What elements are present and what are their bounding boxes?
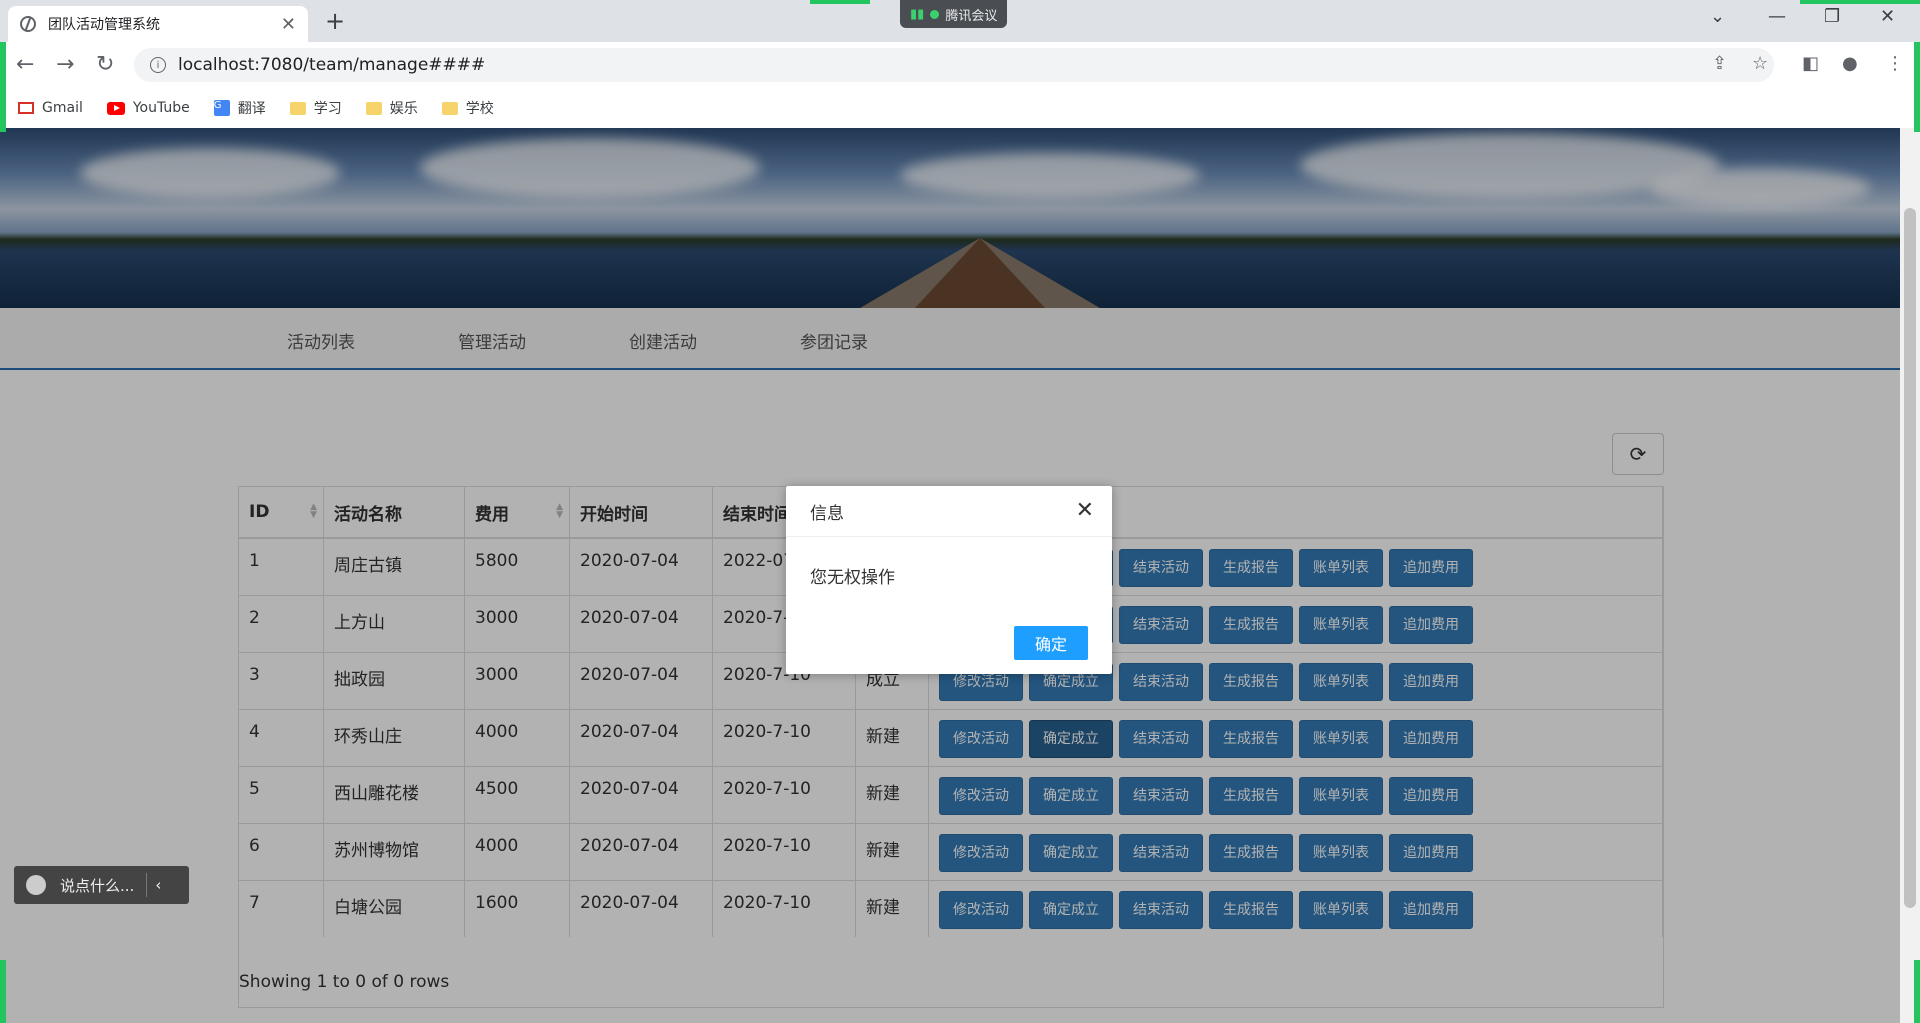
close-tab-icon[interactable]: ✕ [281,14,296,35]
reload-icon[interactable]: ↻ [96,52,114,77]
browser-tab[interactable]: 团队活动管理系统 ✕ [8,6,308,42]
bookmark-label: Gmail [42,100,83,116]
scrollbar-thumb[interactable] [1904,208,1916,908]
dialog-message: 您无权操作 [810,568,895,588]
tab-title: 团队活动管理系统 [48,17,160,33]
url-text: localhost:7080/team/manage#### [178,55,486,75]
bookmark-star-icon[interactable]: ☆ [1752,53,1768,74]
bookmark-label: 翻译 [237,101,266,117]
signal-icon: ▮▮ [910,6,925,22]
dialog-title: 信息 [810,503,844,524]
close-icon[interactable]: ✕ [1076,498,1094,523]
folder-icon [365,101,382,115]
side-panel-icon[interactable]: ◧ [1802,53,1819,74]
meeting-indicator-right [1800,0,1920,4]
folder-icon [441,101,458,115]
meeting-badge[interactable]: ▮▮ 腾讯会议 [900,0,1008,28]
bookmarks-bar: Gmail YouTube G 翻译 学习 娱乐 学校 [0,88,1920,128]
page-scrollbar[interactable] [1900,128,1920,1023]
emoji-icon[interactable] [26,875,46,895]
bookmark-label: 娱乐 [389,101,418,117]
youtube-icon [106,101,125,115]
bookmark-school[interactable]: 学校 [441,98,494,118]
minimize-icon[interactable]: — [1768,6,1786,27]
bookmark-study[interactable]: 学习 [289,98,342,118]
tab-search-icon[interactable]: ⌄ [1710,6,1725,27]
address-bar[interactable]: i localhost:7080/team/manage#### [134,48,1774,82]
info-dialog: 信息 ✕ 您无权操作 确定 [786,486,1112,674]
forward-icon[interactable]: → [56,52,74,77]
bookmark-translate[interactable]: G 翻译 [213,98,266,118]
info-icon[interactable]: i [150,57,166,73]
tab-strip: 团队活动管理系统 ✕ + ▮▮ 腾讯会议 ⌄ — ❐ ✕ [0,0,1920,42]
bookmark-label: 学校 [465,101,494,117]
menu-icon[interactable]: ⋮ [1886,53,1904,74]
bookmark-label: 学习 [313,101,342,117]
chat-widget[interactable]: 说点什么... ‹ [14,866,189,904]
bookmark-label: YouTube [132,100,190,116]
bookmark-youtube[interactable]: YouTube [106,100,190,116]
window-close-icon[interactable]: ✕ [1880,6,1895,27]
collapse-chevron-icon[interactable]: ‹ [155,876,161,894]
page-content: 活动列表 管理活动 创建活动 参团记录 ⟳ ID ▲ ▼ 活动名称 费用 ▲ ▼ 开始时… [0,128,1900,1023]
chat-placeholder: 说点什么... [60,876,135,895]
restore-icon[interactable]: ❐ [1824,6,1840,27]
confirm-button[interactable]: 确定 [1014,626,1088,660]
new-tab-button[interactable]: + [325,7,345,35]
bookmark-gmail[interactable]: Gmail [18,100,83,116]
translate-icon: G [213,100,230,116]
bookmark-entertainment[interactable]: 娱乐 [365,98,418,118]
share-icon[interactable]: ⇪ [1712,53,1727,74]
profile-icon[interactable]: ● [1842,53,1858,74]
globe-icon [20,16,36,32]
meeting-indicator [810,0,870,4]
meeting-label: 腾讯会议 [945,8,998,24]
status-dot-icon [930,9,940,19]
browser-toolbar: ← → ↻ i localhost:7080/team/manage#### ⇪… [0,42,1920,88]
gmail-icon [18,102,34,114]
folder-icon [289,101,306,115]
back-icon[interactable]: ← [16,52,34,77]
